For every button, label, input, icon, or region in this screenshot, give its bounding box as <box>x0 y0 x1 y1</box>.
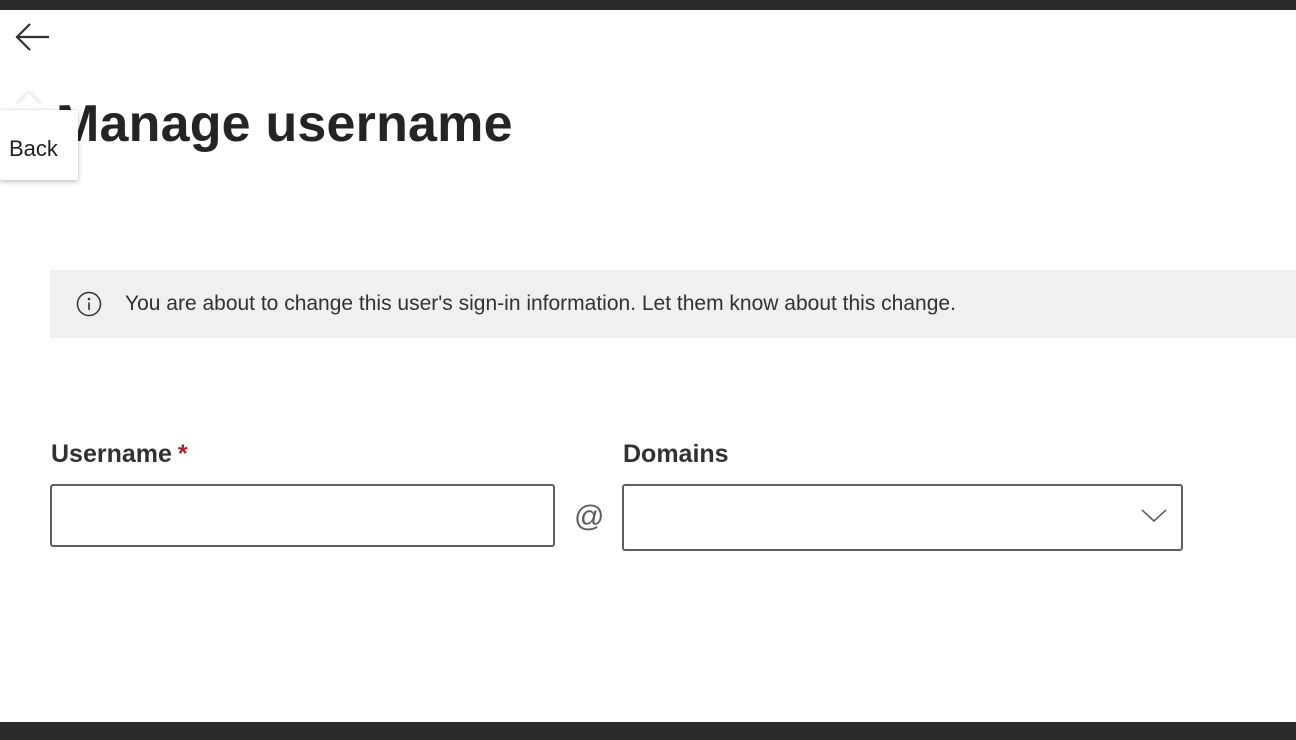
username-input[interactable] <box>50 484 555 547</box>
back-arrow-icon <box>15 23 49 51</box>
page-title: Manage username <box>56 95 513 153</box>
back-button[interactable] <box>8 18 58 62</box>
required-mark: * <box>177 440 188 468</box>
chevron-down-icon <box>1141 508 1167 529</box>
username-label: Username * <box>51 440 188 469</box>
info-message-bar: You are about to change this user's sign… <box>50 270 1296 338</box>
username-label-text: Username <box>51 440 172 468</box>
info-icon <box>76 291 102 317</box>
at-separator: @ <box>574 500 605 533</box>
info-message-text: You are about to change this user's sign… <box>125 292 956 315</box>
domains-label: Domains <box>623 440 729 468</box>
window-frame-bottom <box>0 722 1296 740</box>
window-frame-top <box>0 0 1296 10</box>
domains-dropdown[interactable] <box>622 484 1183 551</box>
back-tooltip-text: Back <box>9 136 58 161</box>
manage-username-panel: Back Manage username You are about to ch… <box>0 10 1296 722</box>
